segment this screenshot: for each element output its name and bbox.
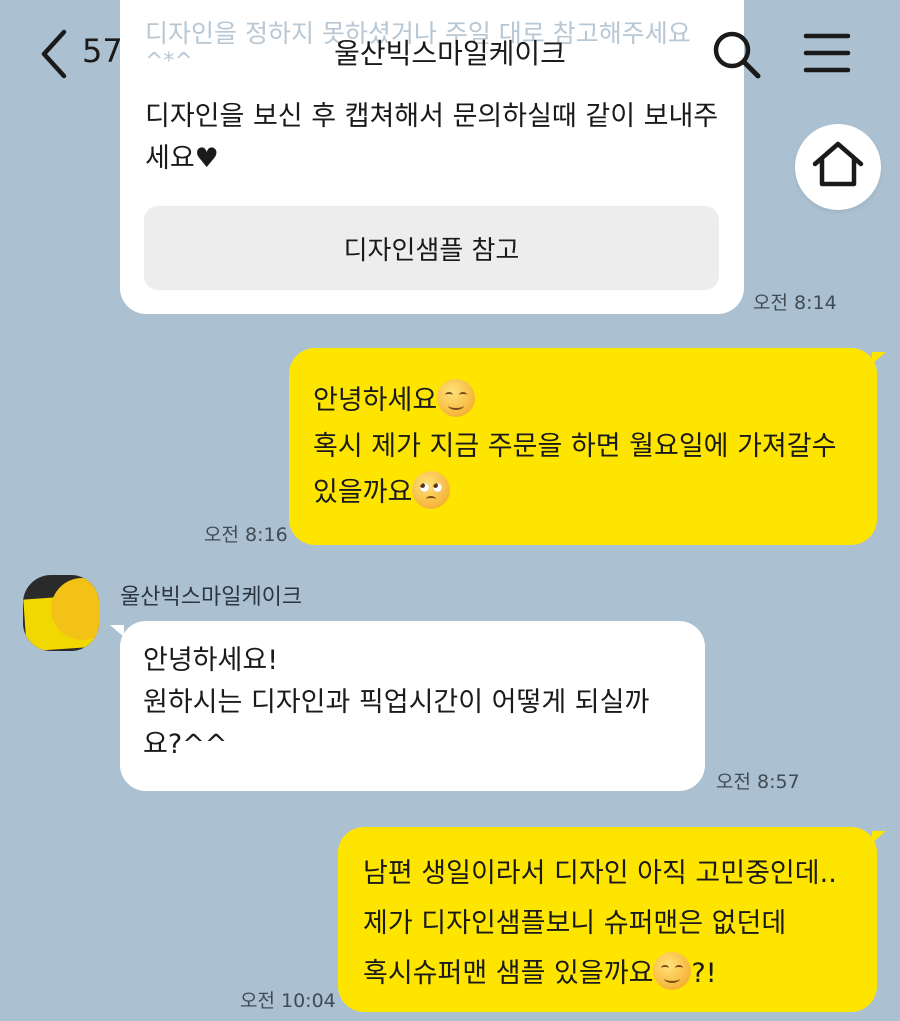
menu-button[interactable]	[802, 30, 852, 76]
home-button[interactable]	[795, 124, 881, 210]
message-time: 오전 8:16	[204, 524, 288, 546]
sender-name: 울산빅스마일케이크	[120, 585, 303, 610]
search-button[interactable]	[710, 28, 762, 80]
my-message-text: 안녕하세요 혹시 제가 지금 주문을 하면 월요일에 가져갈수 있을까요	[313, 378, 873, 516]
chat-title: 울산빅스마일케이크	[334, 37, 566, 70]
message-time: 오전 10:04	[240, 990, 336, 1012]
message-text: 디자인을 보신 후 캡쳐해서 문의하실때 같이 보내주세요♥	[145, 101, 719, 174]
smiling-emoji	[653, 952, 692, 990]
avatar[interactable]	[23, 575, 99, 651]
bubble-tail	[872, 352, 886, 364]
design-sample-button[interactable]: 디자인샘플 참고	[144, 206, 719, 290]
message-time: 오전 8:14	[753, 292, 837, 314]
search-icon	[713, 31, 761, 79]
home-icon	[812, 141, 864, 187]
pleading-face-emoji	[412, 471, 451, 509]
hamburger-menu-icon	[803, 33, 851, 73]
chat-header: 디자인을 정하지 못하셨거나 주일 대로 참고해주세요 ^*^ 57 울산빅스마…	[0, 0, 900, 104]
their-message-text: 안녕하세요! 원하시는 디자인과 픽업시간이 어떻게 되실까 요?^^	[143, 645, 650, 760]
my-message-text: 남편 생일이라서 디자인 아직 고민중인데.. 제가 디자인샘플보니 슈퍼맨은 …	[363, 858, 837, 990]
message-time: 오전 8:57	[716, 771, 800, 793]
smiling-emoji	[437, 379, 476, 417]
bubble-tail	[872, 831, 886, 843]
bubble-tail	[110, 625, 124, 637]
